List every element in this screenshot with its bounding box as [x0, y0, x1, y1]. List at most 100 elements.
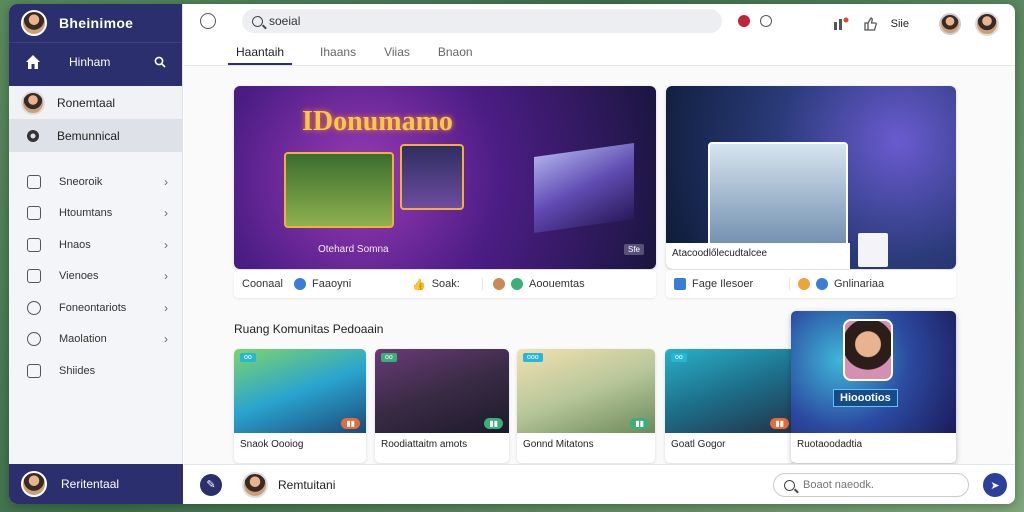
sidebar-footer[interactable]: Reritentaal	[9, 464, 183, 504]
topbar-actions: Siie	[833, 12, 999, 36]
sidebar-item-label: Htoumtans	[59, 207, 113, 220]
card-sign: Hioootios	[833, 389, 898, 407]
online-action[interactable]: Gnlinariaa	[790, 278, 884, 290]
tab-2[interactable]: Viias	[384, 45, 410, 65]
chevron-right-icon: ›	[164, 300, 168, 315]
card-caption: Goatl Gogor	[671, 439, 726, 450]
avatar[interactable]	[242, 471, 268, 498]
music-icon	[27, 300, 41, 315]
video-icon	[27, 269, 41, 284]
tab-1[interactable]: Ihaans	[320, 45, 356, 65]
featured-chip: Sfe	[623, 244, 644, 255]
sidebar-item-2[interactable]: Hnaos ›	[9, 229, 182, 261]
search-input[interactable]	[269, 14, 689, 28]
menu-circle-icon[interactable]	[200, 13, 216, 29]
live-badge: ▮▮	[341, 418, 360, 429]
avatar[interactable]	[21, 10, 47, 36]
tab-0[interactable]: Haantaih	[228, 45, 293, 65]
sidebar-item-5[interactable]: Maolation ›	[9, 324, 182, 356]
favorite-action[interactable]: Faaoyni	[294, 278, 412, 290]
search-bar[interactable]	[242, 9, 722, 33]
page-label: Fage Ilesoer	[692, 278, 754, 290]
user-avatar[interactable]	[939, 13, 961, 35]
live-badge: ▮▮	[484, 418, 503, 429]
sidebar-item-profile[interactable]: Ronemtaal	[9, 86, 182, 119]
live-badge: ▮▮	[630, 418, 649, 429]
bottom-user-label: Remtuitani	[278, 477, 336, 492]
message-search-input[interactable]	[803, 479, 963, 491]
sidebar-item-4[interactable]: Foneontariots ›	[9, 292, 182, 324]
chat-bubble-icon[interactable]	[760, 15, 772, 27]
card-caption: Roodiattaitm amots	[381, 439, 468, 450]
store-icon	[27, 174, 41, 189]
sidebar-item-label: Vienoes	[59, 270, 99, 283]
search-icon	[252, 15, 263, 27]
community-card[interactable]: ooo ▮▮ Gonnd Mitatons	[517, 349, 655, 463]
sidebar-item-label: Maolation	[59, 333, 107, 346]
home-icon	[26, 54, 40, 69]
live-badge: ▮▮	[770, 418, 789, 429]
sidebar-item-0[interactable]: Sneoroik ›	[9, 166, 182, 198]
community-card[interactable]: oo ▮▮ Goatl Gogor	[665, 349, 795, 463]
card-image: oo ▮▮	[234, 349, 366, 433]
page-action[interactable]: Fage Ilesoer	[674, 278, 790, 290]
record-icon[interactable]	[738, 15, 750, 27]
badge-icon	[816, 278, 828, 290]
side-banner[interactable]: Atacoodlőlecudtalcee	[666, 86, 956, 269]
sidebar-item-label: Foneontariots	[59, 301, 127, 314]
singer-image	[843, 319, 893, 381]
main-area: Siie Haantaih Ihaans Viias Bnaon IDonuma…	[184, 4, 1015, 504]
card-image: oo ▮▮	[375, 349, 509, 433]
sidebar-footer-label: Reritentaal	[61, 477, 120, 491]
card-tag: ooo	[523, 353, 543, 362]
card-tag: oo	[381, 353, 397, 362]
sidebar-item-community[interactable]: Bemunnical	[9, 119, 182, 152]
sidebar: Bheinimoe Hinham Ronemtaal Bemunnical Sn…	[9, 4, 183, 504]
notifications-icon[interactable]	[833, 17, 849, 31]
device-image	[858, 233, 888, 267]
footer-avatar	[21, 471, 47, 497]
sidebar-item-6[interactable]: Shiides	[9, 355, 182, 387]
featured-image	[400, 144, 464, 210]
featured-image	[284, 152, 394, 228]
comment-link[interactable]: Coonaal	[242, 278, 294, 290]
sidebar-item-3[interactable]: Vienoes ›	[9, 261, 182, 293]
community-card[interactable]: oo ▮▮ Snaok Oooiog	[234, 349, 366, 463]
sidebar-item-1[interactable]: Htoumtans ›	[9, 198, 182, 230]
chevron-right-icon: ›	[164, 174, 168, 189]
send-icon[interactable]: ➤	[983, 473, 1007, 497]
check-icon	[674, 278, 686, 290]
share-action[interactable]: 👍 Soak:	[412, 278, 482, 291]
members-action[interactable]: Aoouemtas	[482, 278, 585, 290]
account-avatar[interactable]	[975, 12, 999, 36]
card-image: ooo ▮▮	[517, 349, 655, 433]
sidebar-item-label: Hnaos	[59, 238, 91, 251]
sidebar-item-home[interactable]: Hinham	[9, 42, 182, 80]
community-card[interactable]: oo ▮▮ Roodiattaitm amots	[375, 349, 509, 463]
stage-image	[534, 142, 634, 234]
sidebar-item-label: Sneoroik	[59, 175, 103, 188]
featured-banner[interactable]: IDonumamo Otehard Somna Sfe	[234, 86, 656, 269]
card-image: oo ▮▮	[665, 349, 795, 433]
featured-title: IDonumamo	[302, 106, 453, 137]
online-label: Gnlinariaa	[834, 278, 885, 290]
tab-3[interactable]: Bnaon	[438, 45, 473, 65]
profile-avatar	[21, 90, 45, 115]
highlight-card[interactable]: Hioootios Ruotaoodadtia	[791, 311, 956, 463]
like-icon[interactable]	[863, 17, 877, 31]
sidebar-header: Bheinimoe	[9, 4, 182, 42]
grid-icon	[27, 237, 41, 252]
compose-icon[interactable]: ✎	[200, 473, 222, 496]
chevron-right-icon: ›	[164, 206, 168, 221]
search-icon[interactable]	[154, 56, 166, 68]
card-caption: Ruotaoodadtia	[797, 439, 863, 450]
app-window: Bheinimoe Hinham Ronemtaal Bemunnical Sn…	[9, 4, 1015, 504]
topbar-right-label[interactable]: Siie	[891, 18, 909, 30]
card-tag: oo	[240, 353, 256, 362]
share-label: Soak:	[431, 278, 460, 290]
chevron-right-icon: ›	[164, 237, 168, 252]
sidebar-profile-label: Ronemtaal	[57, 95, 116, 110]
message-search[interactable]	[773, 473, 969, 497]
app-title: Bheinimoe	[59, 15, 134, 31]
sidebar-nav: Sneoroik › Htoumtans › Hnaos › Vienoes › Fon…	[9, 166, 182, 387]
